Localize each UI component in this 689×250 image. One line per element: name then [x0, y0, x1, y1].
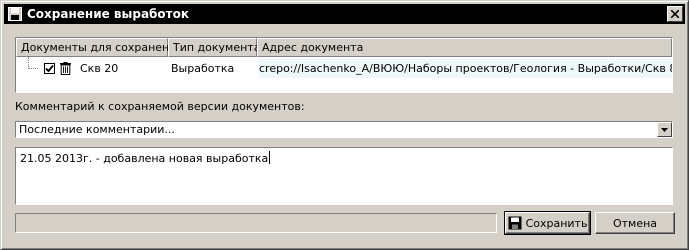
- table-row[interactable]: Скв 20 Выработка crepo://Isachenko_A/ВЮЮ…: [16, 57, 672, 78]
- document-name: Скв 20: [80, 62, 119, 75]
- column-header-address[interactable]: Адрес документа: [257, 38, 672, 57]
- table-header: Документы для сохранения Тип документа А…: [16, 38, 672, 57]
- chevron-down-icon: [661, 127, 668, 132]
- save-workings-dialog: Сохранение выработок Документы для сохра…: [0, 0, 689, 250]
- close-icon: [671, 10, 679, 18]
- cancel-button-label: Отмена: [612, 216, 658, 230]
- document-type: Выработка: [171, 62, 235, 75]
- window-title: Сохранение выработок: [27, 7, 190, 21]
- save-checkbox[interactable]: [44, 63, 55, 74]
- floppy-disk-icon: [508, 216, 522, 230]
- close-button[interactable]: [667, 6, 683, 22]
- progress-bar: [15, 213, 497, 233]
- comment-text: 21.05 2013г. - добавлена новая выработка: [20, 151, 271, 165]
- column-header-documents[interactable]: Документы для сохранения: [16, 38, 183, 57]
- cancel-button[interactable]: Отмена: [595, 212, 675, 234]
- save-button[interactable]: Сохранить: [504, 211, 591, 235]
- dropdown-button[interactable]: [657, 122, 672, 137]
- column-header-type[interactable]: Тип документа: [168, 38, 260, 57]
- documents-table: Документы для сохранения Тип документа А…: [15, 37, 673, 93]
- floppy-disk-icon: [8, 7, 22, 21]
- text-caret: [269, 151, 271, 164]
- tree-connector: [28, 57, 38, 69]
- document-address: crepo://Isachenko_A/ВЮЮ/Наборы проектов/…: [258, 59, 672, 78]
- recent-comments-value: Последние комментарии...: [19, 123, 175, 136]
- comment-textarea[interactable]: 21.05 2013г. - добавлена новая выработка: [15, 147, 673, 205]
- save-button-label: Сохранить: [525, 216, 588, 230]
- title-bar[interactable]: Сохранение выработок: [4, 4, 685, 24]
- recent-comments-dropdown[interactable]: Последние комментарии...: [15, 121, 673, 138]
- comment-label: Комментарий к сохраняемой версии докумен…: [15, 100, 305, 113]
- trash-icon[interactable]: [60, 62, 71, 75]
- checkmark-icon: [45, 64, 54, 73]
